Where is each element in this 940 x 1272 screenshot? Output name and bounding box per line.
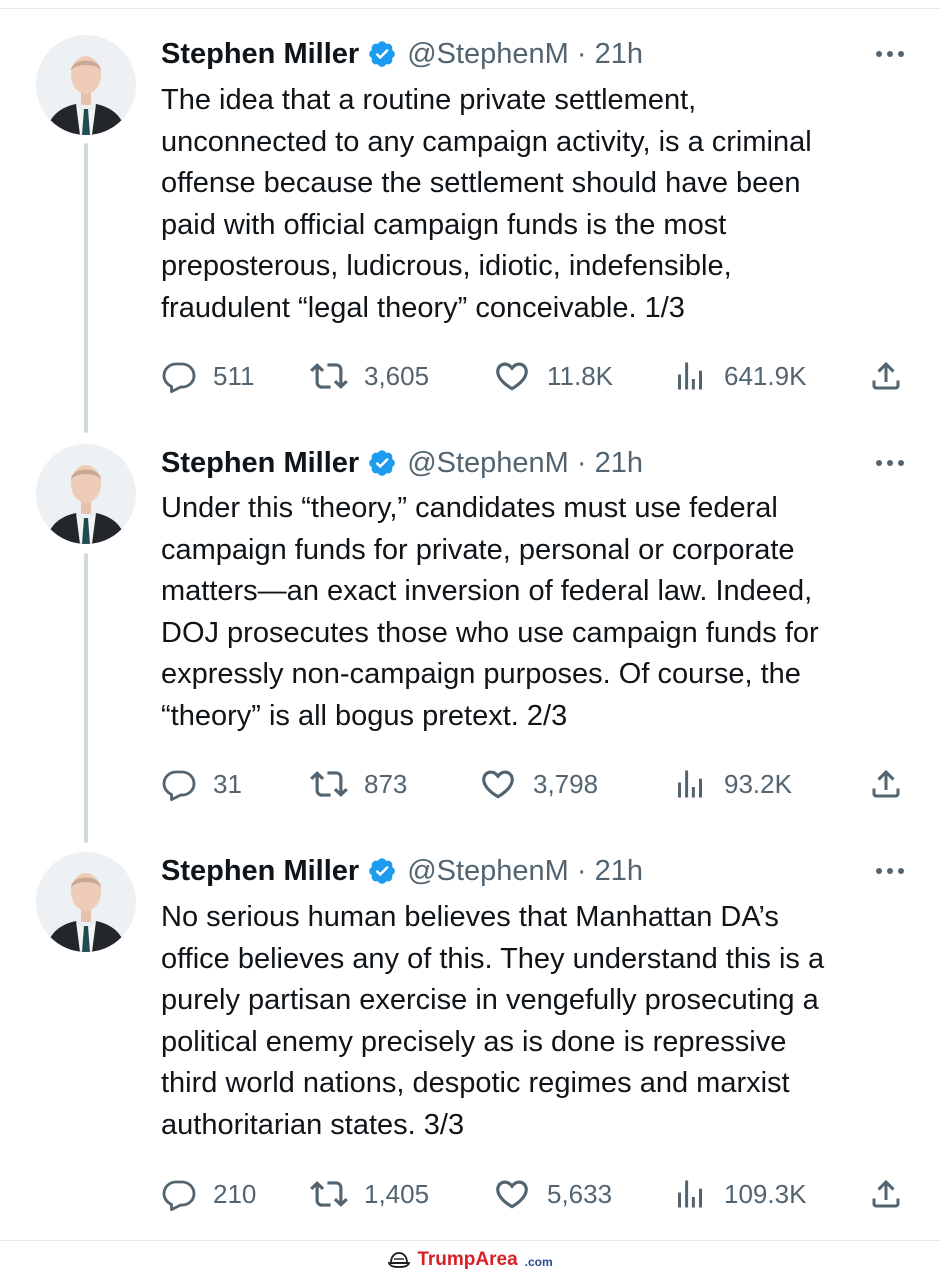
like-icon: [493, 1175, 531, 1213]
tweet-header: Stephen Miller @StephenM · 21h: [161, 443, 643, 483]
share-button[interactable]: [868, 764, 904, 804]
reply-count: 210: [213, 1178, 257, 1209]
views-count: 641.9K: [724, 360, 807, 391]
tweet-text: Under this “theory,” candidates must use…: [161, 492, 819, 732]
reply-icon: [161, 766, 197, 802]
reply-button[interactable]: 31: [161, 764, 242, 804]
retweet-button[interactable]: 1,405: [310, 1174, 429, 1214]
handle-and-time[interactable]: @StephenM · 21h: [407, 855, 643, 888]
watermark-name: TrumpArea: [417, 1249, 518, 1270]
share-button[interactable]: [868, 356, 904, 396]
author-name[interactable]: Stephen Miller: [161, 447, 359, 480]
views-icon: [672, 358, 708, 394]
tweet-text: No serious human believes that Manhattan…: [161, 901, 825, 1141]
avatar[interactable]: [36, 35, 136, 135]
retweet-icon: [310, 357, 348, 395]
views-icon: [672, 1176, 708, 1212]
verified-badge-icon[interactable]: [367, 856, 397, 886]
reply-icon: [161, 1176, 197, 1212]
like-count: 5,633: [547, 1178, 613, 1209]
like-button[interactable]: 3,798: [479, 764, 598, 804]
reply-count: 511: [213, 360, 255, 391]
retweet-count: 873: [364, 768, 408, 799]
thread-connector-line: [84, 143, 88, 433]
avatar[interactable]: [36, 852, 136, 952]
like-button[interactable]: 11.8K: [493, 356, 613, 396]
retweet-count: 3,605: [364, 360, 430, 391]
retweet-icon: [310, 1175, 348, 1213]
reply-icon: [161, 358, 197, 394]
author-name[interactable]: Stephen Miller: [161, 38, 359, 71]
reply-count: 31: [213, 768, 242, 799]
tweet-header: Stephen Miller @StephenM · 21h: [161, 851, 643, 891]
author-name[interactable]: Stephen Miller: [161, 855, 359, 888]
watermark: TrumpArea .com: [0, 1248, 940, 1272]
watermark-tld: .com: [524, 1255, 553, 1269]
share-button[interactable]: [868, 1174, 904, 1214]
retweet-button[interactable]: 3,605: [310, 356, 429, 396]
more-icon[interactable]: [876, 443, 904, 483]
more-icon[interactable]: [876, 851, 904, 891]
like-button[interactable]: 5,633: [493, 1174, 612, 1214]
verified-badge-icon[interactable]: [367, 448, 397, 478]
verified-badge-icon[interactable]: [367, 39, 397, 69]
top-divider: [0, 8, 940, 9]
like-icon: [479, 765, 517, 803]
handle-and-time[interactable]: @StephenM · 21h: [407, 447, 643, 480]
views-icon: [672, 766, 708, 802]
like-count: 11.8K: [547, 360, 614, 391]
bottom-divider: [0, 1240, 940, 1241]
share-icon: [868, 1176, 904, 1212]
tweet-text: The idea that a routine private settleme…: [161, 84, 812, 324]
handle-and-time[interactable]: @StephenM · 21h: [407, 38, 643, 71]
reply-button[interactable]: 511: [161, 356, 254, 396]
like-count: 3,798: [533, 768, 599, 799]
tweet-header: Stephen Miller @StephenM · 21h: [161, 34, 643, 74]
share-icon: [868, 358, 904, 394]
retweet-count: 1,405: [364, 1178, 430, 1209]
retweet-icon: [310, 765, 348, 803]
reply-button[interactable]: 210: [161, 1174, 256, 1214]
views-button[interactable]: 109.3K: [672, 1174, 806, 1214]
avatar[interactable]: [36, 444, 136, 544]
more-icon[interactable]: [876, 34, 904, 74]
views-button[interactable]: 641.9K: [672, 356, 806, 396]
views-count: 93.2K: [724, 768, 792, 799]
retweet-button[interactable]: 873: [310, 764, 407, 804]
views-count: 109.3K: [724, 1178, 807, 1209]
like-icon: [493, 357, 531, 395]
views-button[interactable]: 93.2K: [672, 764, 792, 804]
thread-connector-line: [84, 553, 88, 843]
share-icon: [868, 766, 904, 802]
cap-icon: [388, 1252, 411, 1268]
